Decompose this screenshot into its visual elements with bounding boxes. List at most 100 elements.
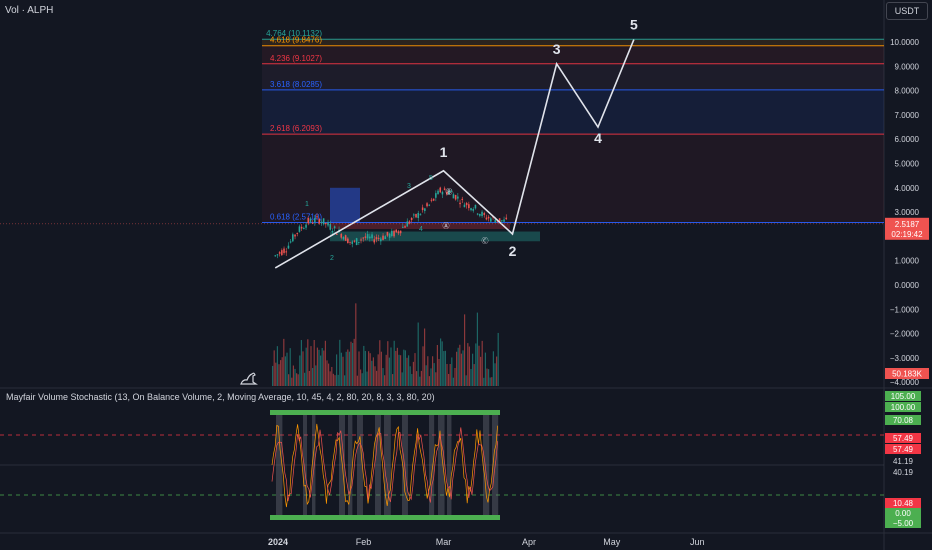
price-tick-label: 0.0000 (895, 281, 920, 290)
osc-shade (276, 415, 283, 515)
volume-bar (412, 361, 414, 386)
chart-canvas[interactable]: 4.764 (10.1132)4.618 (9.8476)4.236 (9.10… (0, 0, 932, 550)
price-tick-label: −2.0000 (890, 330, 920, 339)
candle-body (395, 229, 398, 233)
volume-bar (329, 371, 331, 386)
osc-value-label: 0.00 (895, 509, 911, 518)
volume-bar (422, 346, 424, 386)
volume-bar (398, 354, 400, 386)
volume-bar (406, 357, 408, 386)
candle-body (292, 234, 294, 242)
osc-shade (447, 415, 452, 515)
volume-bar (364, 350, 366, 386)
osc-value-label: 41.19 (893, 457, 914, 466)
currency-button[interactable]: USDT (886, 2, 928, 20)
candle-body (331, 230, 334, 233)
volume-bar (393, 340, 395, 386)
price-tick-label: −3.0000 (890, 354, 920, 363)
volume-bar (380, 351, 382, 386)
volume-bar (307, 339, 309, 386)
candle-body (340, 233, 343, 238)
volume-bar (276, 346, 278, 386)
sub-wave-label: Ⓒ (482, 237, 489, 245)
volume-bar (384, 375, 386, 386)
candle-body (309, 218, 312, 222)
volume-bar (432, 356, 434, 386)
volume-bar (328, 363, 330, 386)
volume-bar (403, 349, 405, 386)
volume-bar (315, 365, 317, 386)
price-tick-label: 10.0000 (890, 38, 919, 47)
candle-body (336, 233, 338, 235)
candle-body (316, 216, 318, 218)
volume-bar (372, 357, 374, 386)
candle-body (481, 211, 483, 217)
candle-body (490, 218, 492, 222)
candle-body (404, 226, 406, 228)
osc-shade (438, 415, 445, 515)
volume-bar (411, 374, 413, 386)
volume-bar (440, 338, 442, 386)
volume-bar (310, 346, 312, 386)
volume-bar (275, 362, 277, 386)
current-price-label: 2.5187 (895, 220, 920, 229)
fib-level-label: 2.618 (6.2093) (270, 124, 322, 133)
volume-value-label: 50.183K (892, 370, 922, 379)
candle-body (322, 218, 325, 225)
volume-bars (272, 303, 499, 386)
candle-body (283, 248, 285, 253)
volume-bar (454, 368, 456, 386)
time-tick-label: Mar (436, 537, 452, 547)
candle-body (388, 233, 391, 238)
candle-body (296, 232, 299, 234)
volume-bar (441, 341, 443, 386)
candle-body (432, 198, 435, 201)
candle-body (314, 218, 316, 223)
candle-body (485, 217, 488, 220)
volume-bar (409, 366, 411, 386)
volume-bar (404, 350, 406, 386)
wave-label: 2 (509, 243, 517, 259)
volume-profile (330, 187, 360, 224)
wave-label: 4 (594, 130, 602, 146)
candle-body (503, 219, 505, 222)
candle-body (494, 219, 497, 223)
volume-bar (308, 370, 310, 386)
candle-body (307, 218, 310, 224)
volume-bar (353, 338, 355, 386)
sub-wave-label: 5 (429, 175, 433, 182)
candle-body (459, 202, 461, 205)
volume-bar (316, 347, 318, 386)
sub-wave-label: Ⓐ (443, 222, 450, 230)
volume-bar (483, 377, 485, 386)
candle-body (369, 236, 371, 239)
volume-bar (348, 351, 350, 386)
candle-body (366, 234, 369, 239)
candle-body (285, 251, 288, 253)
volume-bar (318, 349, 320, 386)
volume-bar (342, 356, 344, 386)
candle-body (384, 236, 387, 240)
volume-bar (438, 358, 440, 386)
osc-value-label: 100.00 (891, 403, 916, 412)
volume-bar (460, 353, 462, 386)
volume-bar (392, 374, 394, 386)
candle-body (358, 241, 360, 243)
volume-bar (272, 365, 274, 386)
volume-bar (321, 347, 323, 386)
osc-shade (348, 415, 353, 515)
candle-body (318, 218, 321, 224)
fib-level-label: 4.618 (9.8476) (270, 36, 322, 45)
volume-bar (374, 366, 376, 386)
volume-bar (396, 347, 398, 386)
time-tick-label: May (603, 537, 621, 547)
candle-body (386, 231, 389, 236)
volume-bar (331, 366, 333, 386)
volume-bar (355, 303, 357, 386)
candle-body (410, 217, 413, 221)
candle-body (505, 217, 508, 220)
osc-value-label: 40.19 (893, 468, 914, 477)
volume-bar (428, 376, 430, 386)
candle-body (303, 228, 305, 230)
volume-bar (300, 340, 302, 386)
